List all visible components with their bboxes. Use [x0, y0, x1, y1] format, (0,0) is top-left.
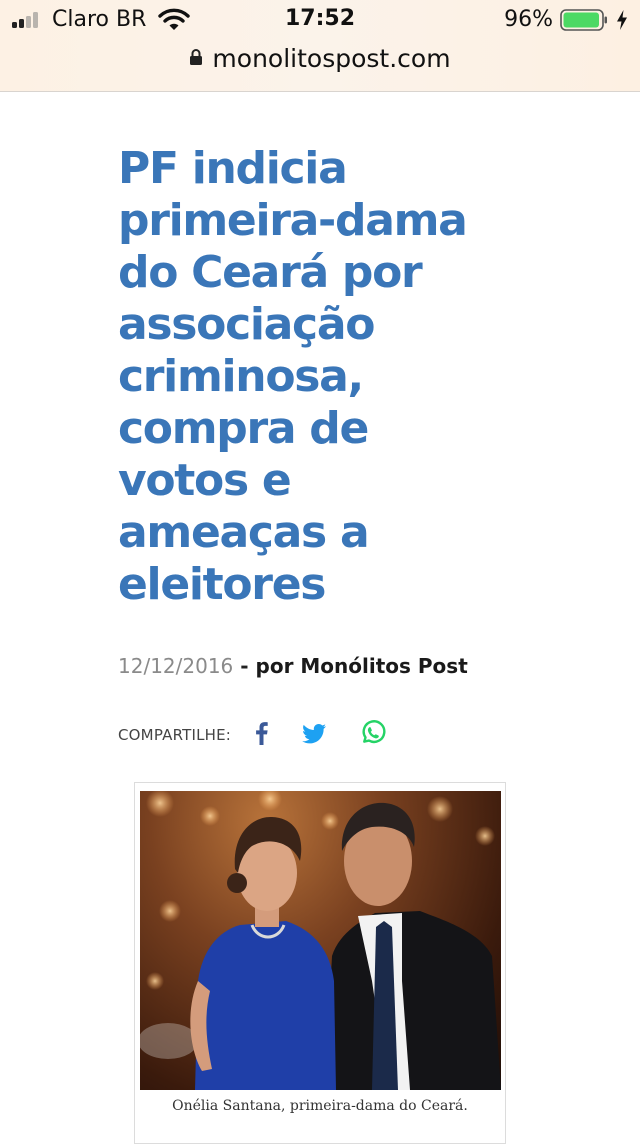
- lock-icon: [190, 48, 203, 65]
- image-caption: Onélia Santana, primeira-dama do Ceará.: [172, 1098, 468, 1114]
- charging-bolt-icon: [617, 10, 627, 30]
- battery-percent: 96%: [504, 7, 553, 32]
- twitter-icon[interactable]: [299, 718, 329, 748]
- share-label: COMPARTILHE:: [118, 726, 232, 744]
- share-bar: COMPARTILHE:: [118, 714, 418, 754]
- meta-separator: -: [233, 654, 256, 678]
- browser-chrome: Claro BR 17:52 96% monolitospost.com: [0, 0, 640, 92]
- url-text[interactable]: monolitospost.com: [212, 44, 450, 73]
- article-photo[interactable]: [140, 791, 501, 1090]
- article-date: 12/12/2016: [118, 654, 234, 678]
- status-bar: Claro BR 17:52 96%: [0, 0, 640, 40]
- photo-illustration: [140, 791, 501, 1090]
- battery-icon: [560, 9, 607, 31]
- article-figure: Onélia Santana, primeira-dama do Ceará.: [134, 782, 506, 1144]
- article-byline[interactable]: por Monólitos Post: [256, 654, 468, 678]
- address-bar[interactable]: monolitospost.com: [0, 44, 640, 78]
- article-meta: 12/12/2016 - por Monólitos Post: [118, 654, 468, 678]
- article-title: PF indicia primeira-dama do Ceará por as…: [118, 143, 468, 610]
- facebook-icon[interactable]: [247, 718, 277, 748]
- whatsapp-icon[interactable]: [358, 718, 388, 748]
